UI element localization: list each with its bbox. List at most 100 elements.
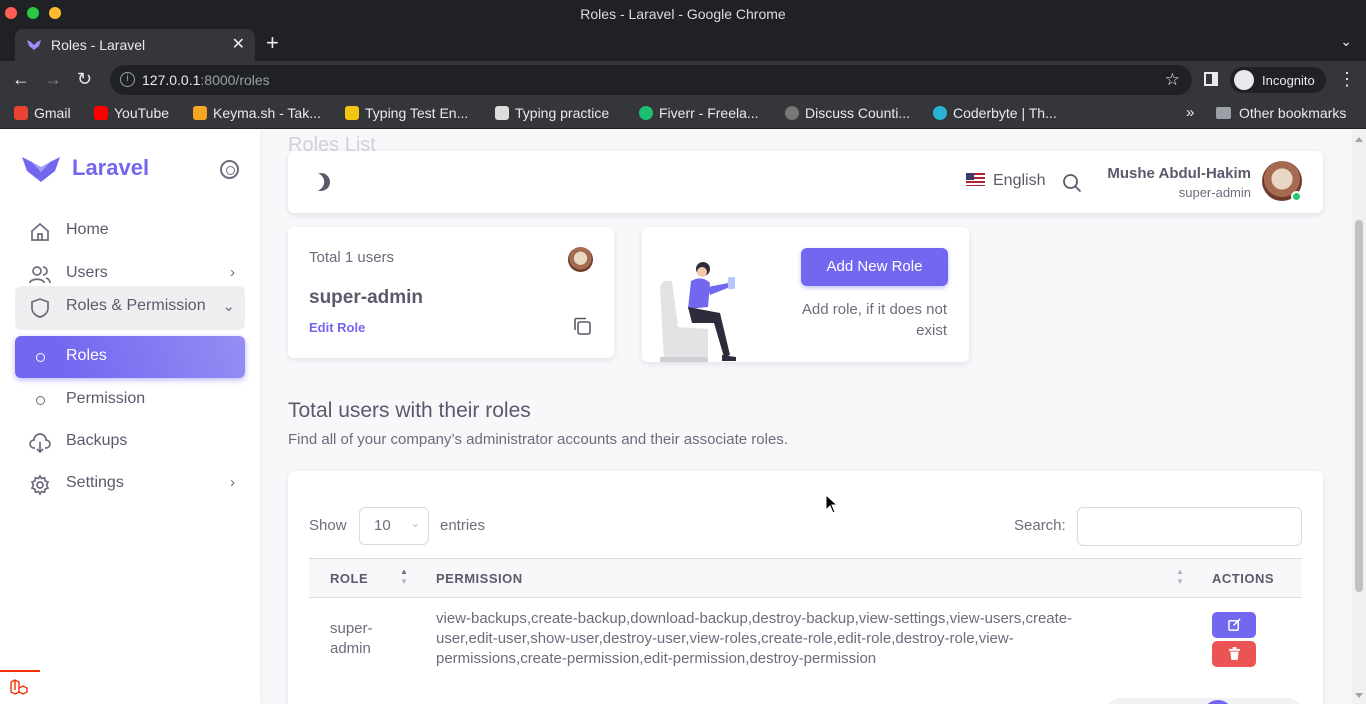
sidebar-item-label: Permission: [66, 390, 146, 407]
scrollbar-thumb[interactable]: [1355, 220, 1363, 592]
tab-title: Roles - Laravel: [51, 37, 146, 53]
more-bookmarks-chevron-icon[interactable]: »: [1186, 104, 1194, 121]
debugbar-toggle[interactable]: [0, 670, 40, 704]
page-scrollbar[interactable]: [1352, 130, 1366, 704]
edit-role-link[interactable]: Edit Role: [309, 320, 365, 335]
url-text[interactable]: 127.0.0.1:8000/roles: [142, 72, 270, 88]
pagination-active-page[interactable]: [1203, 700, 1233, 704]
sidebar-toggle-icon[interactable]: [220, 160, 239, 179]
bookmark-discuss[interactable]: Discuss Counti...: [785, 105, 910, 121]
sidebar-item-label: Settings: [66, 474, 124, 491]
column-header-permission[interactable]: PERMISSION: [436, 571, 523, 586]
circle-icon: [36, 396, 45, 405]
browser-toolbar: ← → ↻ i 127.0.0.1:8000/roles ☆ Incognito…: [0, 61, 1366, 99]
avatar: [568, 247, 593, 272]
other-bookmarks[interactable]: Other bookmarks: [1216, 105, 1346, 121]
table-search-input[interactable]: [1077, 507, 1302, 546]
edit-icon: [1227, 618, 1241, 631]
pagination[interactable]: [1105, 698, 1303, 704]
online-status-dot: [1291, 191, 1302, 202]
reload-icon[interactable]: ↻: [77, 69, 92, 90]
brand-logo-icon: [22, 157, 60, 182]
sidebar-item-permission[interactable]: Permission: [15, 379, 245, 421]
browser-tab[interactable]: Roles - Laravel ✕: [15, 29, 255, 61]
cloud-download-icon: [29, 433, 51, 454]
tab-search-chevron-icon[interactable]: ⌄: [1340, 33, 1352, 50]
incognito-badge[interactable]: Incognito: [1230, 67, 1326, 93]
role-cell-line: admin: [330, 640, 371, 657]
add-role-card: Add New Role Add role, if it does not ex…: [642, 227, 969, 362]
bookmark-star-icon[interactable]: ☆: [1165, 70, 1180, 90]
user-role: super-admin: [1178, 185, 1251, 200]
chrome-menu-icon[interactable]: ⋮: [1338, 69, 1356, 90]
column-header-actions: ACTIONS: [1212, 571, 1274, 586]
mouse-pointer-icon: [825, 494, 839, 514]
sidebar-item-roles-permission[interactable]: Roles & Permission ⌄: [15, 286, 245, 330]
chevron-right-icon: ›: [230, 474, 235, 491]
language-label: English: [993, 172, 1046, 189]
bookmark-keymash[interactable]: Keyma.sh - Tak...: [193, 105, 321, 121]
add-new-role-button[interactable]: Add New Role: [801, 248, 948, 286]
us-flag-icon: [966, 173, 985, 186]
column-header-role[interactable]: ROLE: [330, 571, 368, 586]
language-switcher[interactable]: English: [966, 172, 1045, 190]
bookmark-coderbyte[interactable]: Coderbyte | Th...: [933, 105, 1057, 121]
table-header: ROLE ▲ ▼ PERMISSION ▲ ▼ ACTIONS: [309, 558, 1302, 598]
section-subtitle: Find all of your company’s administrator…: [288, 431, 788, 448]
add-role-hint: Add role, if it does not exist: [801, 301, 947, 339]
sidebar-item-backups[interactable]: Backups: [15, 421, 245, 463]
chevron-down-icon: ⌄: [222, 298, 235, 315]
youtube-icon: [94, 106, 108, 120]
sidebar-item-label: Home: [66, 221, 109, 238]
close-tab-icon[interactable]: ✕: [232, 34, 245, 54]
role-card: Total 1 users super-admin Edit Role: [288, 227, 614, 358]
copy-icon[interactable]: [572, 316, 592, 336]
dark-mode-moon-icon[interactable]: [309, 170, 334, 195]
delete-role-button[interactable]: [1212, 641, 1256, 667]
incognito-icon: [1234, 70, 1254, 90]
scroll-up-arrow-icon[interactable]: [1355, 137, 1363, 142]
bookmark-gmail[interactable]: Gmail: [14, 105, 71, 121]
site-info-icon[interactable]: i: [120, 72, 135, 87]
bookmark-label: Discuss Counti...: [805, 105, 911, 121]
sidebar-item-home[interactable]: Home: [15, 210, 245, 252]
side-panel-icon[interactable]: [1204, 72, 1218, 86]
roles-table-card: Show 10 ⌄ entries Search: ROLE ▲ ▼ PERMIS…: [288, 471, 1323, 704]
permission-cell: view-backups,create-backup,download-back…: [436, 609, 1136, 669]
page-length-select[interactable]: 10 ⌄: [359, 507, 429, 545]
circle-icon: [36, 353, 45, 362]
url-host: 127.0.0.1: [142, 72, 201, 88]
address-bar[interactable]: i 127.0.0.1:8000/roles ☆: [110, 65, 1192, 95]
edit-role-button[interactable]: [1212, 612, 1256, 638]
sort-icon[interactable]: ▲ ▼: [1176, 567, 1184, 587]
bookmark-typing-test[interactable]: Typing Test En...: [345, 105, 468, 121]
users-icon: [29, 266, 51, 284]
bookmark-label: Gmail: [34, 105, 71, 121]
bookmark-label: YouTube: [114, 105, 170, 121]
trash-icon: [1228, 647, 1240, 660]
typing-test-icon: [345, 106, 359, 120]
permission-cell-line: user,edit-user,show-user,destroy-user,vi…: [436, 630, 1014, 647]
role-name: super-admin: [309, 287, 424, 308]
typing-practice-icon: [495, 106, 509, 120]
bookmark-label: Typing Test En...: [365, 105, 469, 121]
bookmark-youtube[interactable]: YouTube: [94, 105, 169, 121]
bookmark-typing-practice[interactable]: Typing practice: [495, 105, 609, 121]
tab-strip: Roles - Laravel ✕ + ⌄: [0, 27, 1366, 61]
permission-cell-line: view-backups,create-backup,download-back…: [436, 610, 1073, 627]
new-tab-button[interactable]: +: [266, 30, 279, 56]
sidebar: Laravel Home Users › Roles & Permission …: [0, 130, 260, 704]
search-icon[interactable]: [1062, 173, 1082, 193]
sidebar-item-settings[interactable]: Settings ›: [15, 463, 245, 505]
scroll-down-arrow-icon[interactable]: [1355, 693, 1363, 698]
bookmark-fiverr[interactable]: Fiverr - Freela...: [639, 105, 759, 121]
coderbyte-icon: [933, 106, 947, 120]
brand-name: Laravel: [72, 155, 150, 180]
sidebar-item-label: Users: [66, 264, 108, 281]
gmail-icon: [14, 106, 28, 120]
folder-icon: [1216, 107, 1231, 119]
sort-icon[interactable]: ▲ ▼: [400, 567, 408, 587]
back-arrow-icon[interactable]: ←: [12, 69, 30, 90]
sidebar-item-roles[interactable]: Roles: [15, 336, 245, 378]
forward-arrow-icon[interactable]: →: [44, 69, 62, 90]
